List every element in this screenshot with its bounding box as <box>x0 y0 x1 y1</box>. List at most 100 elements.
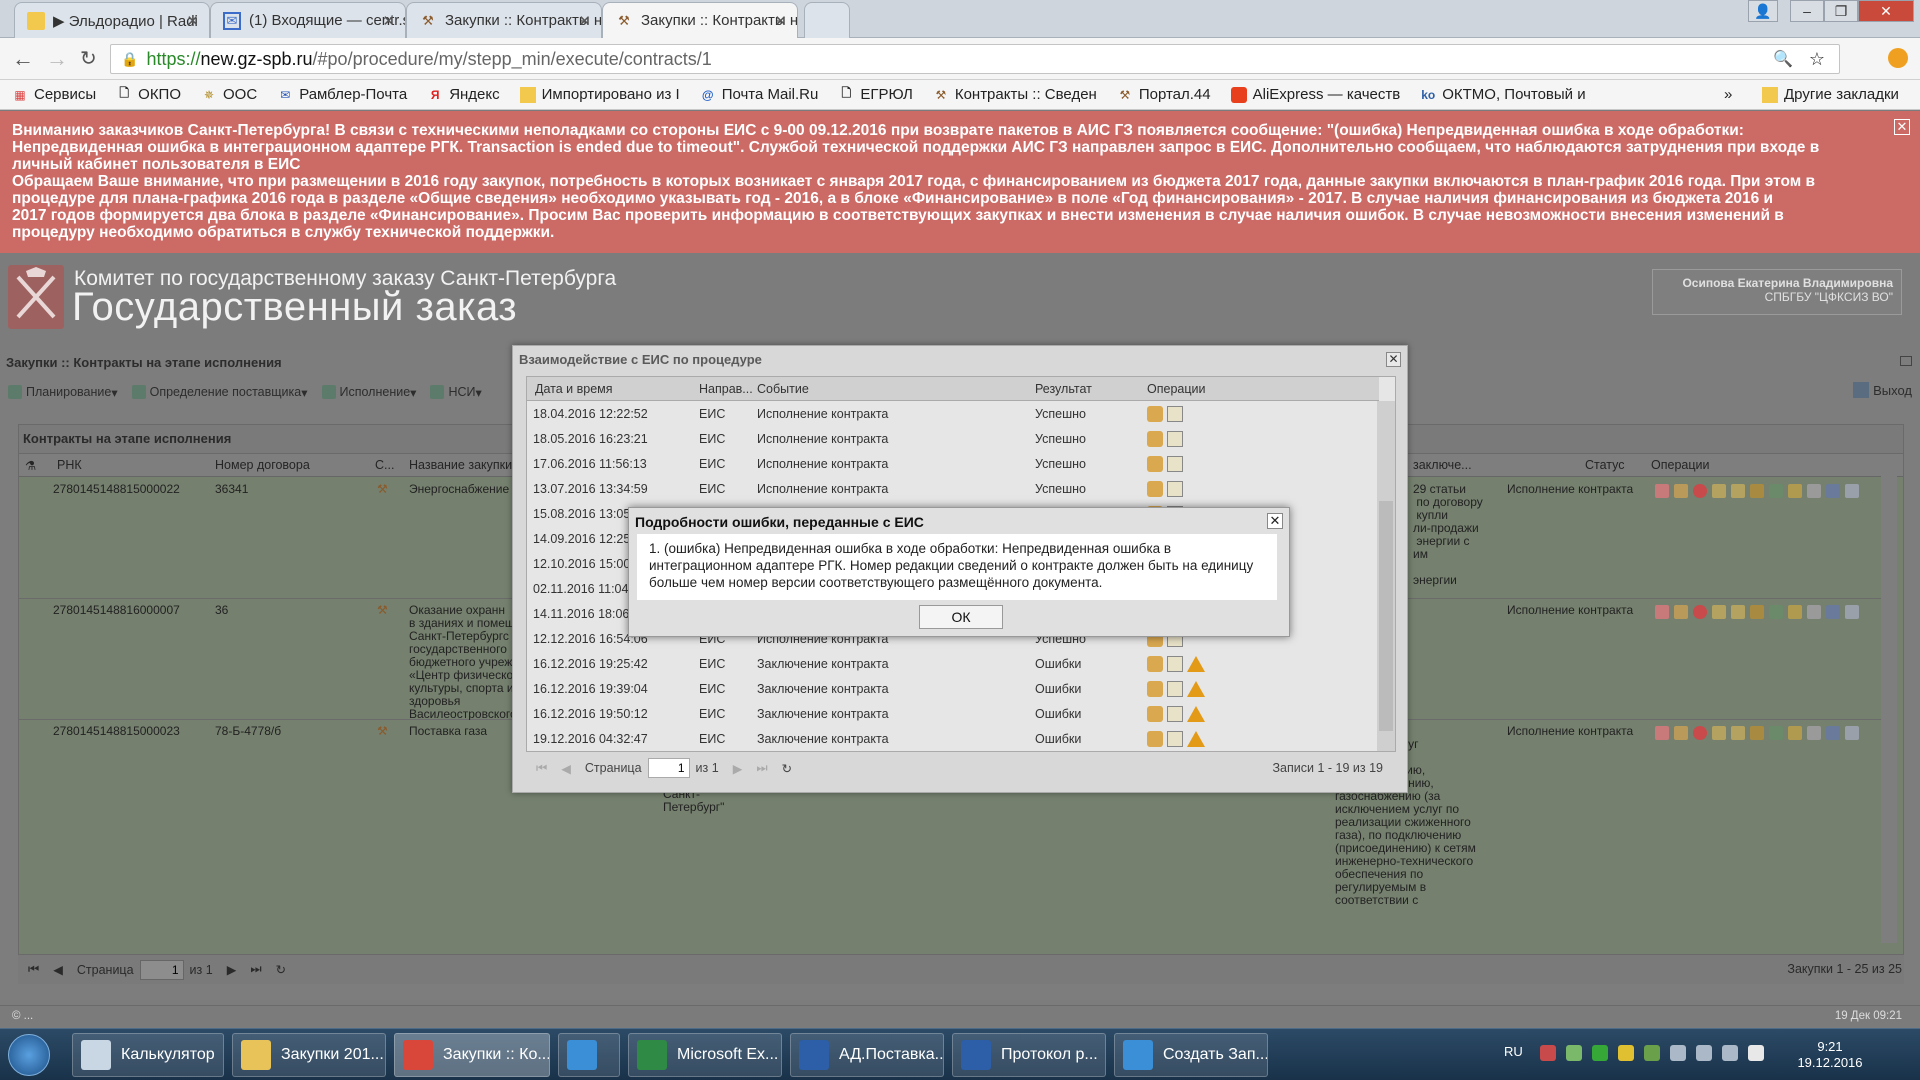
blank-icon[interactable] <box>1807 605 1821 619</box>
stop-icon[interactable] <box>1693 484 1707 498</box>
close-icon[interactable]: ✕ <box>578 12 591 30</box>
refresh-icon[interactable] <box>1769 605 1783 619</box>
package-icon[interactable] <box>1147 431 1163 447</box>
taskbar-item[interactable]: Закупки :: Ко... <box>394 1033 550 1077</box>
doc-icon[interactable] <box>1655 484 1669 498</box>
nvidia-icon[interactable] <box>1644 1045 1660 1061</box>
document-icon[interactable] <box>1167 656 1183 672</box>
package-icon[interactable] <box>1147 731 1163 747</box>
col-operations[interactable]: Операции <box>1651 458 1709 472</box>
stack-icon[interactable] <box>1788 605 1802 619</box>
menu-supplier[interactable]: Определение поставщика ▾ <box>131 385 308 400</box>
collapse-icon[interactable] <box>1900 356 1912 366</box>
last-page-icon[interactable]: ⏭ <box>250 962 261 977</box>
pin-icon[interactable] <box>1731 484 1745 498</box>
browser-tab-zakupki-2[interactable]: ⚒ Закупки :: Контракты на ✕ <box>602 2 798 38</box>
bookmark-other[interactable]: Другие закладки <box>1762 86 1899 103</box>
close-icon[interactable]: ✕ <box>774 12 787 30</box>
eis-row[interactable]: 18.04.2016 12:22:52 ЕИС Исполнение контрак… <box>527 401 1379 426</box>
notice-close-button[interactable]: ✕ <box>1894 119 1910 135</box>
language-indicator[interactable]: RU <box>1504 1044 1523 1059</box>
bookmark-contracts[interactable]: ⚒ Контракты :: Сведен <box>933 86 1096 103</box>
bookmark-imported[interactable]: Импортировано из I <box>519 86 680 103</box>
chart-icon[interactable] <box>1712 484 1726 498</box>
close-icon[interactable]: ✕ <box>186 12 199 30</box>
last-page-icon[interactable]: ⏭ <box>756 761 767 776</box>
taskbar-item[interactable]: Протокол р... <box>952 1033 1106 1077</box>
document-icon[interactable] <box>1167 406 1183 422</box>
eis-row[interactable]: 16.12.2016 19:25:42 ЕИС Заключение контрак… <box>527 651 1379 676</box>
eis-row[interactable]: 13.07.2016 13:34:59 ЕИС Исполнение контрак… <box>527 476 1379 501</box>
stop-icon[interactable] <box>1693 726 1707 740</box>
browser-tab-zakupki-1[interactable]: ⚒ Закупки :: Контракты на ✕ <box>406 2 602 38</box>
refresh-icon[interactable] <box>1769 726 1783 740</box>
menu-nsi[interactable]: НСИ ▾ <box>430 385 482 400</box>
stop-icon[interactable] <box>1693 605 1707 619</box>
package-icon[interactable] <box>1147 681 1163 697</box>
back-icon[interactable]: ← <box>12 46 34 72</box>
eis-row[interactable]: 16.12.2016 19:39:04 ЕИС Заключение контрак… <box>527 676 1379 701</box>
warning-icon[interactable] <box>1187 681 1205 697</box>
maximize-button[interactable]: ❐ <box>1824 0 1858 22</box>
doc-icon[interactable] <box>1655 605 1669 619</box>
next-page-icon[interactable]: ▶ <box>227 962 237 977</box>
eis-row[interactable]: 16.12.2016 19:50:12 ЕИС Заключение контрак… <box>527 701 1379 726</box>
package-icon[interactable] <box>1147 456 1163 472</box>
table-icon[interactable] <box>1826 605 1840 619</box>
document-icon[interactable] <box>1167 681 1183 697</box>
close-icon[interactable]: ✕ <box>1386 352 1401 367</box>
scroll-thumb[interactable] <box>1379 501 1393 731</box>
document-icon[interactable] <box>1167 456 1183 472</box>
table-icon[interactable] <box>1826 484 1840 498</box>
flag-icon[interactable] <box>1748 1045 1764 1061</box>
taskbar-item[interactable]: Калькулятор <box>72 1033 224 1077</box>
doc-icon[interactable] <box>1655 726 1669 740</box>
window-close-button[interactable]: ✕ <box>1858 0 1914 22</box>
volume-icon[interactable] <box>1722 1045 1738 1061</box>
col-name[interactable]: Название закупки <box>409 458 512 472</box>
start-button[interactable] <box>8 1034 50 1076</box>
stack-icon[interactable] <box>1788 484 1802 498</box>
col-event[interactable]: Событие <box>757 382 809 396</box>
taskbar-item[interactable]: Закупки 201... <box>232 1033 386 1077</box>
first-page-icon[interactable]: ⏮ <box>536 761 547 776</box>
col-status[interactable]: Статус <box>1585 458 1625 472</box>
blank-icon[interactable] <box>1807 726 1821 740</box>
new-tab-button[interactable] <box>804 2 850 38</box>
bookmark-services[interactable]: ▦ Сервисы <box>12 86 96 103</box>
document-icon[interactable] <box>1167 731 1183 747</box>
col-contract-no[interactable]: Номер договора <box>215 458 310 472</box>
warning-icon[interactable] <box>1187 731 1205 747</box>
bookmark-mailru[interactable]: @ Почта Mail.Ru <box>700 86 819 103</box>
close-icon[interactable]: ✕ <box>1267 513 1283 529</box>
page-icon[interactable] <box>1845 726 1859 740</box>
menu-execution[interactable]: Исполнение ▾ <box>321 385 416 400</box>
star-icon[interactable]: ☆ <box>1809 49 1825 70</box>
stack-icon[interactable] <box>1788 726 1802 740</box>
user-info[interactable]: Осипова Екатерина Владимировна СПБГБУ "Ц… <box>1652 269 1902 315</box>
bookmark-rambler[interactable]: ✉ Рамблер-Почта <box>277 86 407 103</box>
eis-scrollbar[interactable] <box>1377 401 1395 751</box>
reload-icon[interactable]: ↻ <box>80 46 97 71</box>
page-icon[interactable] <box>1845 484 1859 498</box>
document-icon[interactable] <box>1167 706 1183 722</box>
taskbar-item[interactable]: Создать Зап... <box>1114 1033 1268 1077</box>
prev-page-icon[interactable]: ◀ <box>53 962 63 977</box>
next-page-icon[interactable]: ▶ <box>733 761 743 776</box>
tools-icon[interactable] <box>1670 1045 1686 1061</box>
minimize-button[interactable]: – <box>1790 0 1824 22</box>
eis-row[interactable]: 19.12.2016 04:32:47 ЕИС Заключение контрак… <box>527 726 1379 751</box>
prev-page-icon[interactable]: ◀ <box>561 761 571 776</box>
blank-icon[interactable] <box>1807 484 1821 498</box>
edit-icon[interactable] <box>1674 484 1688 498</box>
col-date[interactable]: Дата и время <box>535 382 613 396</box>
page-icon[interactable] <box>1845 605 1859 619</box>
bookmark-portal44[interactable]: ⚒ Портал.44 <box>1117 86 1210 103</box>
ok-button[interactable]: ОК <box>919 605 1003 629</box>
edit-icon[interactable] <box>1674 605 1688 619</box>
exit-button[interactable]: Выход <box>1853 382 1912 398</box>
update-icon[interactable] <box>1592 1045 1608 1061</box>
bookmark-oos[interactable]: ✵ ООС <box>201 86 257 103</box>
url-input[interactable]: 🔒 https:// new.gz-spb.ru /#po/procedure/… <box>110 44 1840 74</box>
bookmark-egrul[interactable]: 🗋 ЕГРЮЛ <box>838 86 913 103</box>
